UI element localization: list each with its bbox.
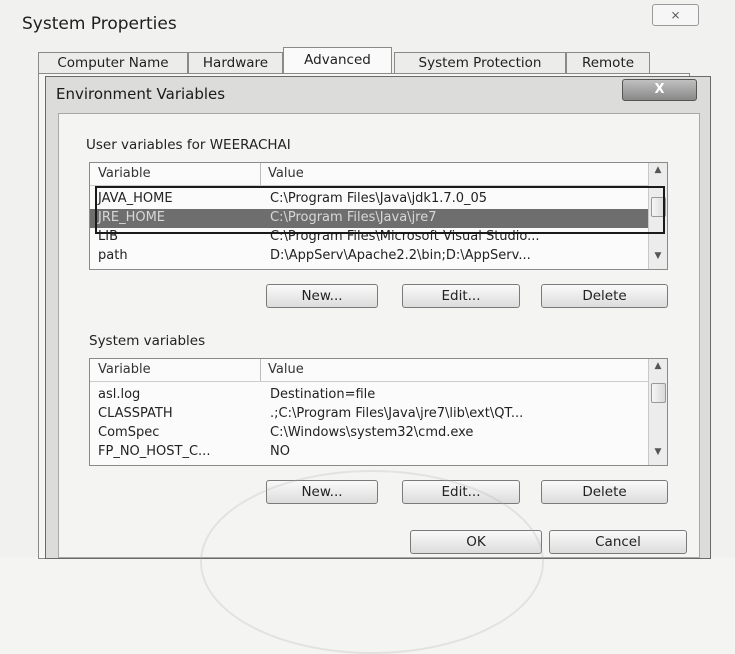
vertical-scrollbar[interactable]: ▲ ▼ [648,163,667,269]
system-variables-label: System variables [89,333,206,349]
column-header-variable[interactable]: Variable [98,166,151,181]
table-row[interactable]: LIB C:\Program Files\Microsoft Visual St… [90,228,649,247]
scroll-thumb[interactable] [651,197,666,217]
list-header: Variable Value [90,163,649,186]
scroll-thumb[interactable] [651,383,666,403]
column-header-value[interactable]: Value [268,362,304,377]
cancel-button[interactable]: Cancel [549,530,687,554]
variable-name: ComSpec [98,425,160,440]
dialog-title: Environment Variables [56,85,226,103]
variable-name: LIB [98,229,118,244]
tab-remote[interactable]: Remote [566,52,650,73]
column-header-value[interactable]: Value [268,166,304,181]
variable-value: D:\AppServ\Apache2.2\bin;D:\AppServ... [270,248,531,263]
variable-value: Destination=file [270,387,376,402]
dialog-body: User variables for WEERACHAI Variable Va… [58,113,700,558]
user-variables-list[interactable]: Variable Value JAVA_HOME C:\Program File… [89,162,668,270]
user-new-button[interactable]: New... [266,284,378,308]
dialog-close-button[interactable]: X [622,79,697,101]
system-delete-button[interactable]: Delete [541,480,668,504]
tab-computer-name[interactable]: Computer Name [38,52,188,73]
system-edit-button[interactable]: Edit... [402,480,520,504]
variable-name: CLASSPATH [98,406,173,421]
tab-system-protection[interactable]: System Protection [394,52,566,73]
scroll-up-icon[interactable]: ▲ [649,165,667,181]
scroll-up-icon[interactable]: ▲ [649,361,667,377]
variable-name: JAVA_HOME [98,191,173,206]
table-row[interactable]: asl.log Destination=file [90,386,649,405]
user-delete-button[interactable]: Delete [541,284,668,308]
table-row[interactable]: CLASSPATH .;C:\Program Files\Java\jre7\l… [90,405,649,424]
table-row[interactable]: JAVA_HOME C:\Program Files\Java\jdk1.7.0… [90,190,649,209]
table-row[interactable]: FP_NO_HOST_C... NO [90,443,649,462]
table-row[interactable]: path D:\AppServ\Apache2.2\bin;D:\AppServ… [90,247,649,266]
scroll-down-icon[interactable]: ▼ [649,251,667,267]
list-header: Variable Value [90,359,649,382]
user-variables-label: User variables for WEERACHAI [86,137,291,153]
variable-value: C:\Windows\system32\cmd.exe [270,425,474,440]
table-row[interactable]: ComSpec C:\Windows\system32\cmd.exe [90,424,649,443]
window-title: System Properties [22,14,177,34]
variable-value: .;C:\Program Files\Java\jre7\lib\ext\QT.… [270,406,524,421]
table-row-selected[interactable]: JRE_HOME C:\Program Files\Java\jre7 [90,209,649,228]
variable-name: FP_NO_HOST_C... [98,444,211,459]
variable-value: C:\Program Files\Java\jdk1.7.0_05 [270,191,488,206]
column-divider[interactable] [260,359,261,381]
system-properties-window: System Properties ⨯ Computer Name Hardwa… [0,0,735,654]
column-header-variable[interactable]: Variable [98,362,151,377]
window-close-button[interactable]: ⨯ [652,4,699,26]
system-new-button[interactable]: New... [266,480,378,504]
vertical-scrollbar[interactable]: ▲ ▼ [648,359,667,465]
system-variables-list[interactable]: Variable Value asl.log Destination=file … [89,358,668,466]
scroll-down-icon[interactable]: ▼ [649,447,667,463]
variable-value: C:\Program Files\Microsoft Visual Studio… [270,229,540,244]
close-icon: X [654,82,665,97]
variable-name: path [98,248,128,263]
user-edit-button[interactable]: Edit... [402,284,520,308]
column-divider[interactable] [260,163,261,185]
variable-name: JRE_HOME [98,210,166,225]
tab-hardware[interactable]: Hardware [188,52,283,73]
environment-variables-dialog: Environment Variables X User variables f… [45,76,711,559]
variable-name: asl.log [98,387,141,402]
tab-advanced[interactable]: Advanced [283,47,392,74]
ok-button[interactable]: OK [410,530,542,554]
variable-value: NO [270,444,290,459]
close-icon: ⨯ [670,8,681,22]
variable-value: C:\Program Files\Java\jre7 [270,210,437,225]
